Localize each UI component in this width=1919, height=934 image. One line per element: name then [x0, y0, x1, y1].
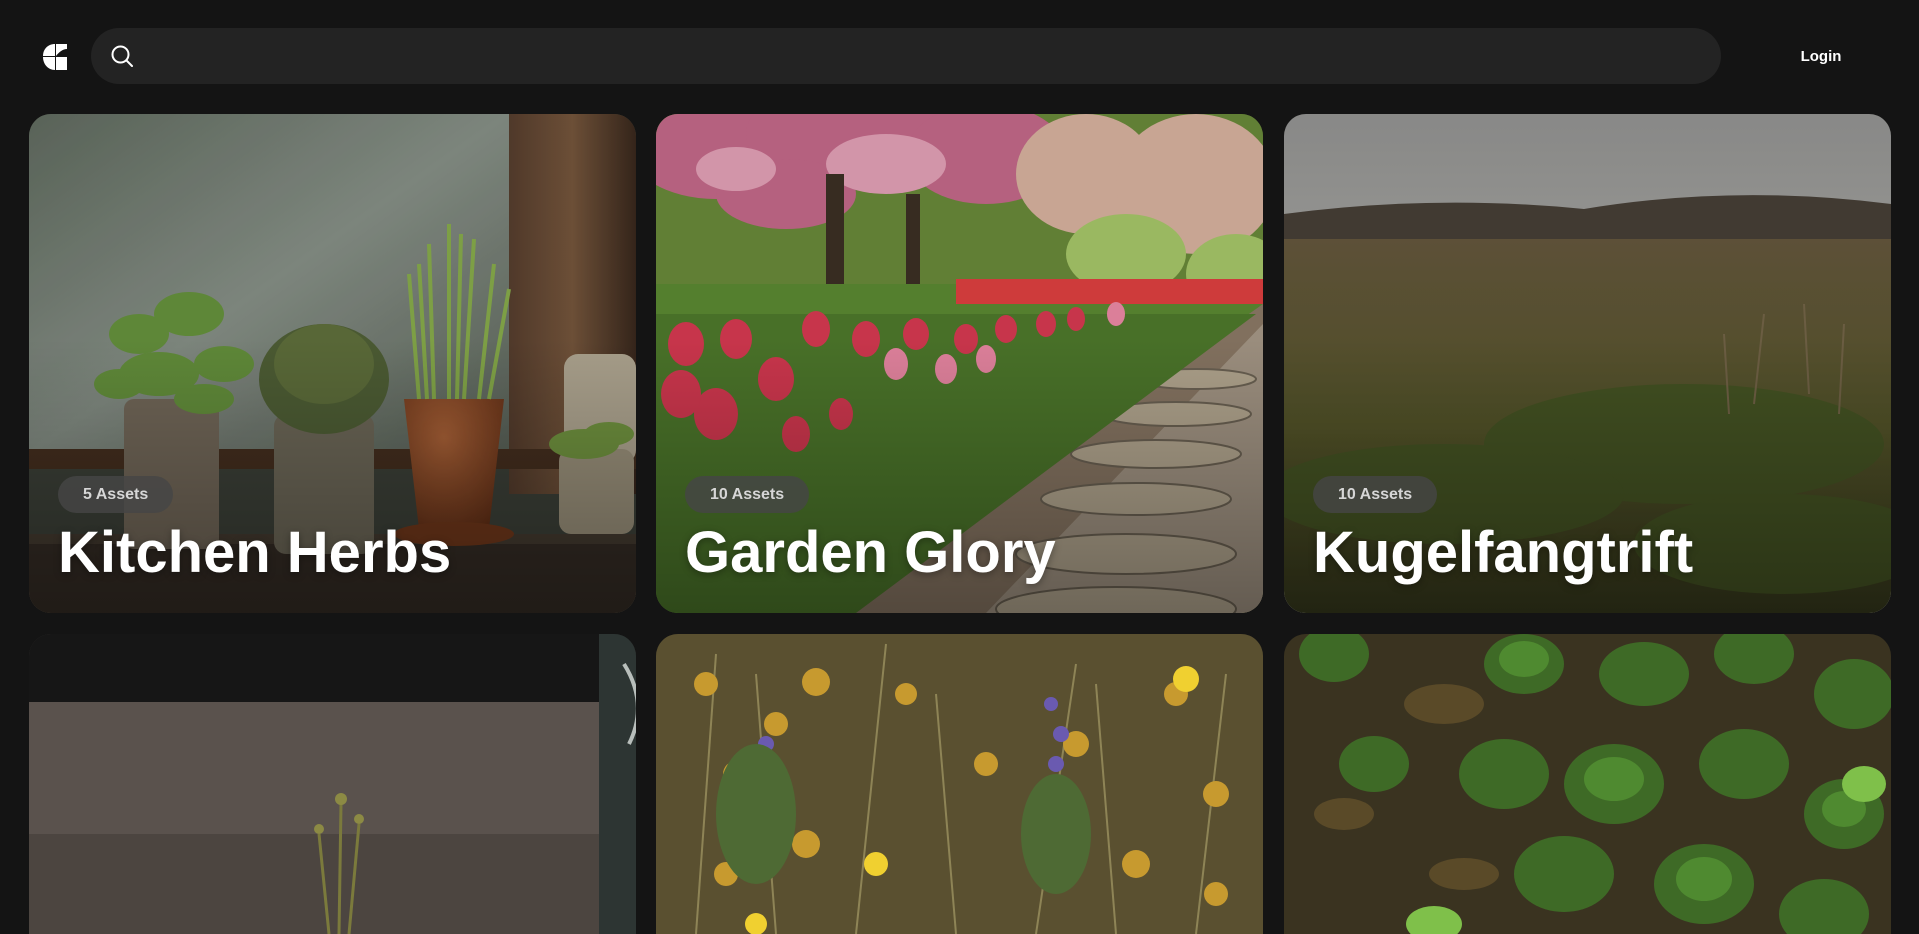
search-input[interactable]	[153, 28, 1697, 86]
search-bar[interactable]	[91, 28, 1721, 86]
collection-title: Kitchen Herbs	[58, 520, 452, 585]
collection-card[interactable]	[1284, 634, 1891, 934]
collection-card-garden-glory[interactable]: 10 Assets Garden Glory	[656, 114, 1263, 613]
collection-card-kitchen-herbs[interactable]: 5 Assets Kitchen Herbs	[29, 114, 636, 613]
collection-card[interactable]	[29, 634, 636, 934]
collection-title: Kugelfangtrift	[1313, 520, 1694, 585]
logo-icon[interactable]	[42, 43, 68, 71]
collection-card[interactable]	[656, 634, 1263, 934]
search-icon	[111, 45, 133, 67]
collection-image	[29, 634, 636, 934]
collection-image	[656, 634, 1263, 934]
collection-image	[1284, 634, 1891, 934]
collection-card-kugelfangtrift[interactable]: 10 Assets Kugelfangtrift	[1284, 114, 1891, 613]
asset-count-badge: 10 Assets	[685, 476, 810, 513]
top-bar: Login	[0, 0, 1919, 113]
collection-title: Garden Glory	[685, 520, 1056, 585]
asset-count-badge: 5 Assets	[58, 476, 174, 513]
login-button[interactable]: Login	[1782, 45, 1860, 69]
asset-count-badge: 10 Assets	[1313, 476, 1438, 513]
